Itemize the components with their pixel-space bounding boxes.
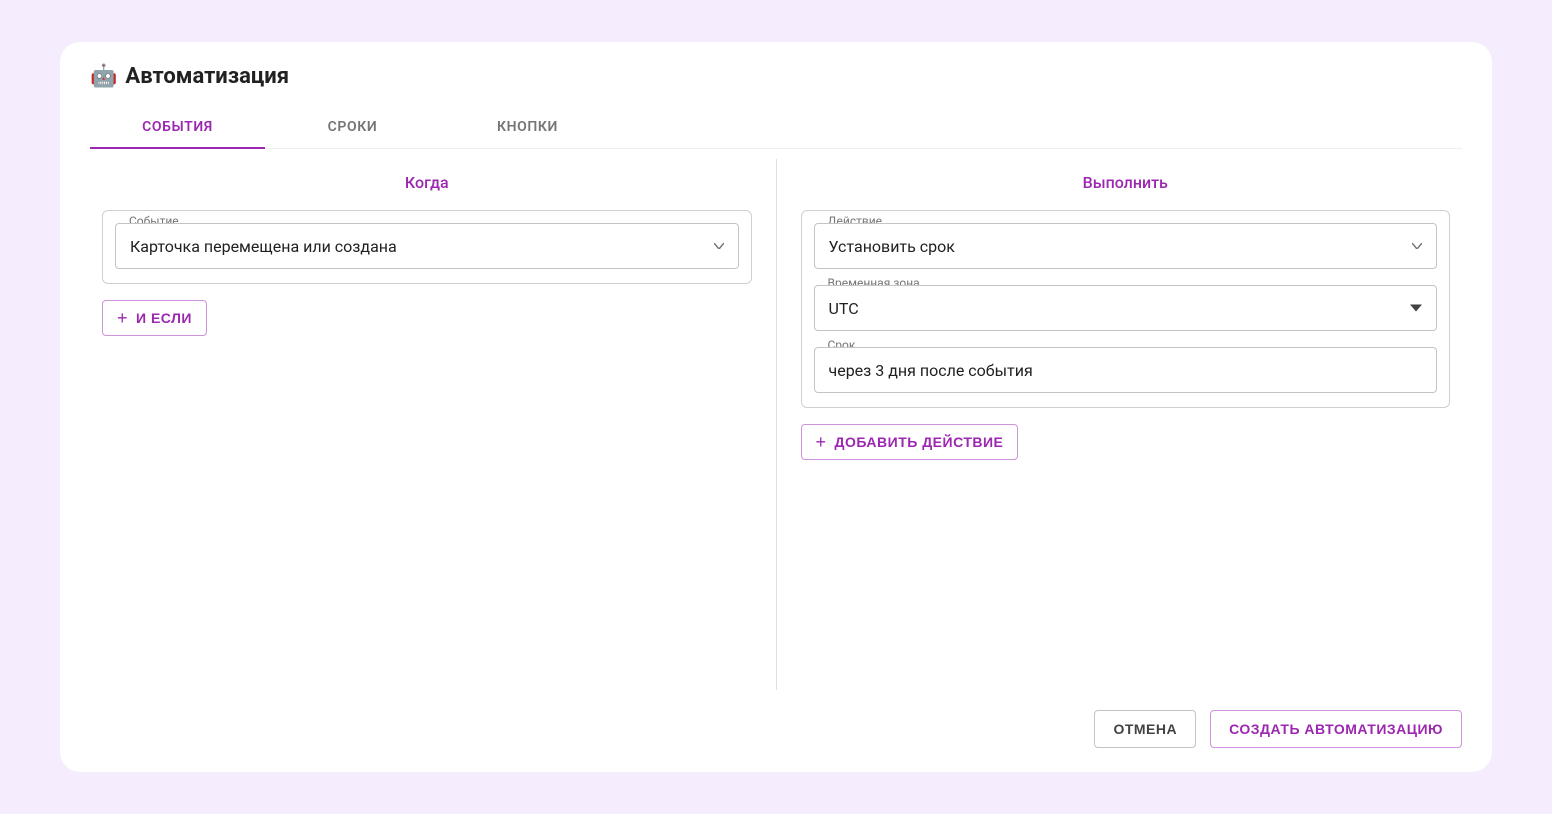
deadline-value: через 3 дня после события [829, 361, 1033, 380]
event-value: Карточка перемещена или создана [130, 237, 397, 256]
cancel-button[interactable]: ОТМЕНА [1094, 710, 1196, 748]
event-field: Событие Карточка перемещена или создана [115, 223, 739, 269]
chevron-down-icon [714, 243, 724, 249]
content: Когда Событие Карточка перемещена или со… [90, 159, 1462, 690]
event-select[interactable]: Карточка перемещена или создана [115, 223, 739, 269]
do-column: Выполнить Действие Установить срок Време… [776, 159, 1463, 690]
and-if-button[interactable]: + И ЕСЛИ [102, 300, 207, 336]
timezone-select[interactable]: UTC [814, 285, 1438, 331]
dialog-header: 🤖 Автоматизация [90, 64, 1462, 89]
do-fieldset: Действие Установить срок Временная зона … [801, 210, 1451, 408]
caret-down-icon [1410, 305, 1422, 312]
plus-icon: + [117, 309, 128, 327]
tab-buttons[interactable]: КНОПКИ [440, 107, 615, 149]
automation-dialog: 🤖 Автоматизация СОБЫТИЯ СРОКИ КНОПКИ Ког… [60, 42, 1492, 772]
plus-icon: + [816, 433, 827, 451]
page-title: Автоматизация [125, 64, 289, 89]
when-fieldset: Событие Карточка перемещена или создана [102, 210, 752, 284]
create-automation-button[interactable]: СОЗДАТЬ АВТОМАТИЗАЦИЮ [1210, 710, 1462, 748]
tab-deadlines[interactable]: СРОКИ [265, 107, 440, 149]
action-value: Установить срок [829, 237, 955, 256]
dialog-footer: ОТМЕНА СОЗДАТЬ АВТОМАТИЗАЦИЮ [90, 690, 1462, 748]
tab-events[interactable]: СОБЫТИЯ [90, 107, 265, 149]
deadline-input[interactable]: через 3 дня после события [814, 347, 1438, 393]
timezone-value: UTC [829, 299, 859, 318]
add-action-label: ДОБАВИТЬ ДЕЙСТВИЕ [835, 434, 1004, 450]
deadline-field: Срок через 3 дня после события [814, 347, 1438, 393]
timezone-field: Временная зона UTC [814, 285, 1438, 331]
and-if-label: И ЕСЛИ [136, 310, 192, 326]
chevron-down-icon [1412, 243, 1422, 249]
when-column: Когда Событие Карточка перемещена или со… [90, 159, 776, 690]
action-field: Действие Установить срок [814, 223, 1438, 269]
when-heading: Когда [102, 173, 752, 192]
action-select[interactable]: Установить срок [814, 223, 1438, 269]
do-heading: Выполнить [801, 173, 1451, 192]
robot-icon: 🤖 [90, 66, 117, 88]
tabs: СОБЫТИЯ СРОКИ КНОПКИ [90, 107, 1462, 149]
add-action-button[interactable]: + ДОБАВИТЬ ДЕЙСТВИЕ [801, 424, 1019, 460]
